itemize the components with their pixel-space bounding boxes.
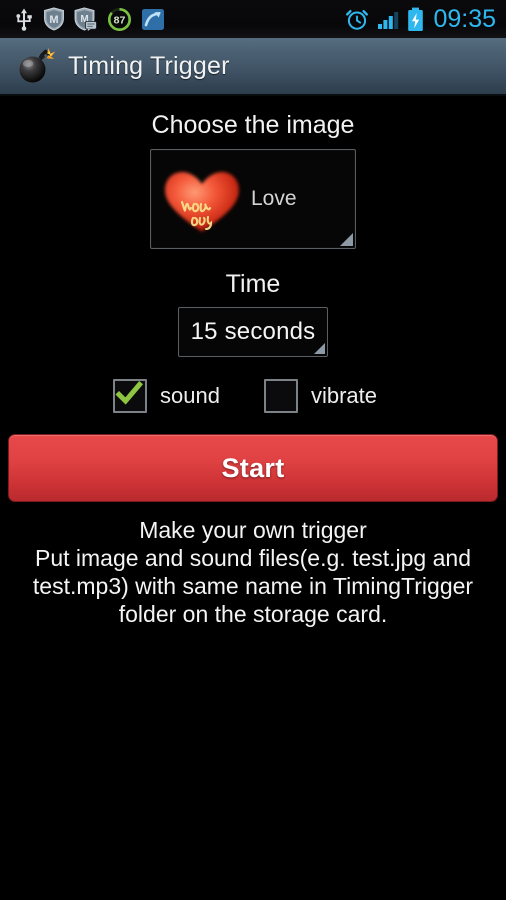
selected-image-name: Love bbox=[251, 186, 297, 210]
selected-time-value: 15 seconds bbox=[190, 318, 316, 345]
time-heading: Time bbox=[225, 269, 281, 298]
battery-charging-icon bbox=[408, 7, 424, 31]
help-text-line-1: Make your own trigger bbox=[139, 517, 367, 543]
status-bar-clock: 09:35 bbox=[433, 4, 496, 33]
start-button-label: Start bbox=[221, 452, 285, 483]
sync-arrow-icon bbox=[142, 9, 164, 30]
status-bar-left-icons: M M 87 bbox=[14, 7, 345, 32]
bomb-icon bbox=[19, 48, 56, 83]
battery-percent-text: 87 bbox=[114, 14, 126, 26]
app-title: Timing Trigger bbox=[68, 51, 230, 80]
options-row: sound vibrate bbox=[0, 379, 506, 413]
shield-m-icon: M bbox=[44, 7, 64, 31]
start-button[interactable]: Start bbox=[8, 434, 498, 502]
choose-image-heading: Choose the image bbox=[151, 111, 355, 139]
image-spinner-wrap: Love bbox=[0, 148, 506, 249]
help-text-line-3: test.mp3) with same name in TimingTrigge… bbox=[32, 573, 474, 600]
alarm-clock-icon bbox=[346, 10, 369, 30]
image-spinner[interactable]: Love bbox=[150, 148, 356, 249]
shield-m-message-icon: M bbox=[74, 7, 97, 31]
help-text-line-2: Put image and sound files(e.g. test.jpg … bbox=[34, 545, 471, 572]
action-bar: Timing Trigger bbox=[0, 38, 506, 96]
time-spinner-caret-icon bbox=[314, 343, 325, 354]
checkmark-icon bbox=[115, 380, 144, 405]
status-bar-right-icons: 09:35 bbox=[345, 4, 496, 33]
heart-love-you-icon bbox=[165, 171, 239, 232]
vibrate-label: vibrate bbox=[310, 383, 377, 408]
time-spinner[interactable]: 15 seconds bbox=[178, 307, 328, 357]
vibrate-checkbox[interactable] bbox=[263, 379, 298, 413]
svg-text:M: M bbox=[49, 14, 58, 26]
usb-icon bbox=[16, 8, 32, 31]
status-bar: M M 87 09:35 bbox=[0, 0, 506, 38]
main-content: Choose the image Love Time 15 seconds so… bbox=[0, 96, 506, 629]
sound-checkbox[interactable] bbox=[113, 379, 147, 413]
option-vibrate[interactable]: vibrate bbox=[263, 379, 377, 413]
signal-bars-icon bbox=[378, 12, 399, 29]
help-text: Make your own trigger Put image and soun… bbox=[0, 516, 506, 628]
time-spinner-wrap: 15 seconds bbox=[0, 307, 506, 357]
app-screen: M M 87 09:35 Timing Trigger Choose the i… bbox=[0, 0, 506, 900]
option-sound[interactable]: sound bbox=[113, 379, 220, 413]
image-spinner-caret-icon bbox=[340, 232, 353, 246]
help-text-line-4: folder on the storage card. bbox=[118, 601, 388, 628]
battery-percent-circle-icon: 87 bbox=[108, 7, 131, 31]
sound-label: sound bbox=[160, 383, 220, 408]
